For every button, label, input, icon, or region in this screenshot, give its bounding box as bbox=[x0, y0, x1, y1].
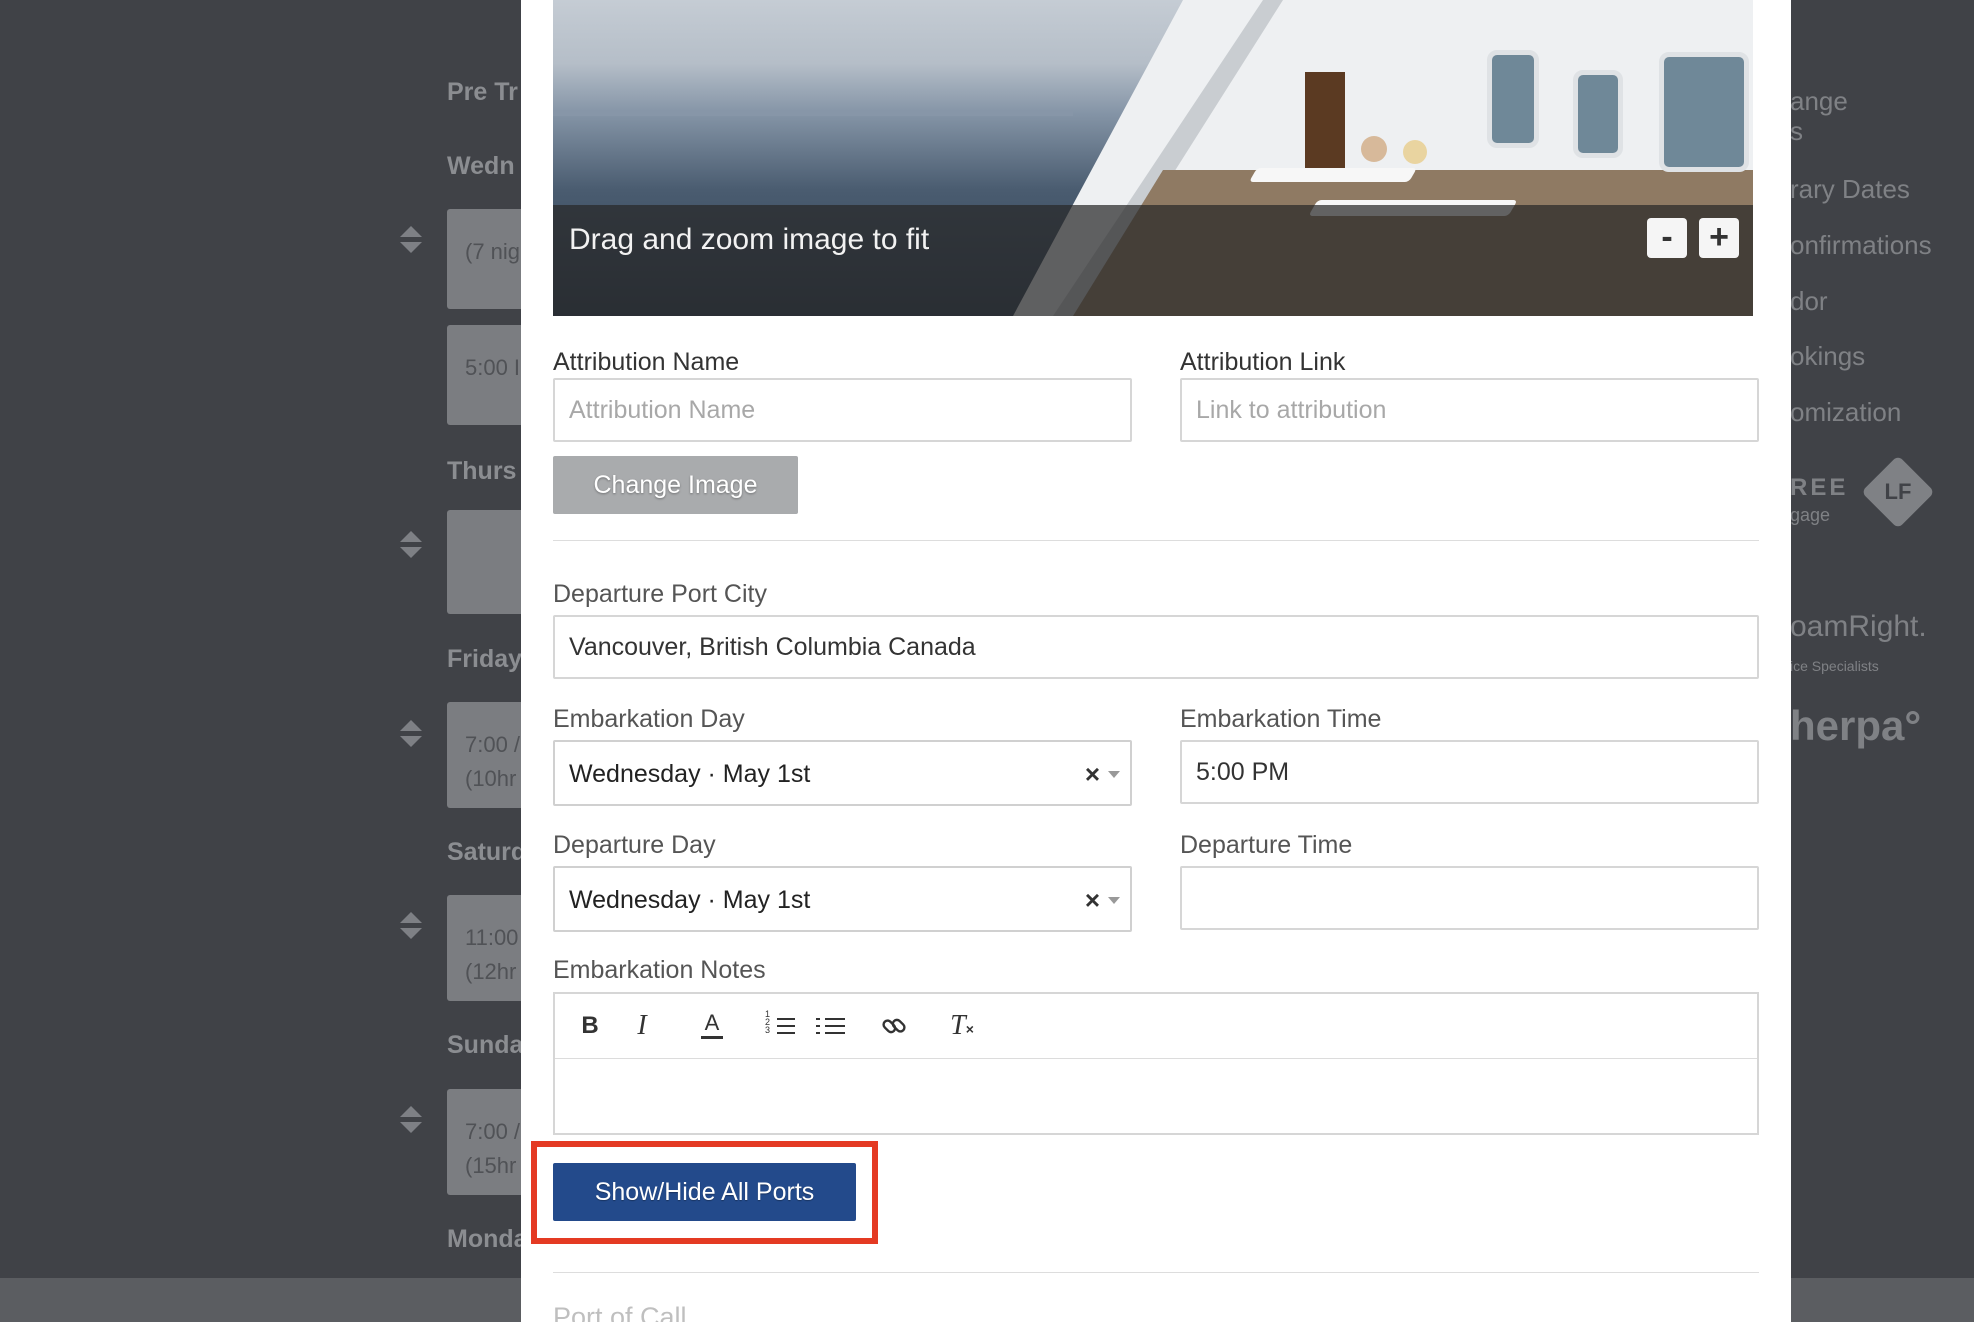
bg-day-label: Friday bbox=[447, 645, 523, 673]
bg-day-label: Thurs bbox=[447, 457, 517, 485]
text-color-icon[interactable]: A bbox=[701, 1010, 723, 1039]
bg-card: 11:00 (12hr bbox=[447, 895, 527, 1001]
bg-card: 7:00 / (10hr bbox=[447, 702, 527, 808]
departure-day-select[interactable]: Wednesday · May 1st × bbox=[553, 866, 1132, 932]
bg-menu-item: omization bbox=[1790, 397, 1902, 427]
port-of-call-label: Port of Call bbox=[553, 1302, 687, 1322]
editor-toolbar: B I A 123 T× bbox=[555, 994, 1757, 1059]
embarkation-day-value: Wednesday · May 1st bbox=[569, 760, 811, 788]
departure-day-value: Wednesday · May 1st bbox=[569, 886, 811, 914]
embarkation-notes-body[interactable] bbox=[555, 1059, 1757, 1133]
bg-day-label: Sunda bbox=[447, 1031, 524, 1059]
attribution-link-label: Attribution Link bbox=[1180, 348, 1346, 376]
departure-time-input[interactable] bbox=[1180, 866, 1759, 930]
sort-handle-icon bbox=[398, 226, 424, 253]
divider bbox=[553, 540, 1759, 541]
image-cropper[interactable]: Drag and zoom image to fit - + bbox=[553, 0, 1753, 316]
embarkation-time-input[interactable] bbox=[1180, 740, 1759, 804]
bg-menu-item: rary Dates bbox=[1790, 174, 1910, 204]
image-overlay: Drag and zoom image to fit - + bbox=[553, 205, 1753, 316]
bg-menu-item: okings bbox=[1790, 341, 1866, 371]
drag-zoom-hint: Drag and zoom image to fit bbox=[569, 223, 930, 256]
bg-card: (7 nig bbox=[447, 209, 527, 309]
embarkation-day-label: Embarkation Day bbox=[553, 705, 745, 733]
bg-card bbox=[447, 510, 527, 614]
bg-menu-item: ange s bbox=[1790, 86, 1848, 146]
sort-handle-icon bbox=[398, 531, 424, 558]
sort-handle-icon bbox=[398, 912, 424, 939]
bg-day-label: Monda bbox=[447, 1225, 528, 1253]
bg-day-label: Wedn bbox=[447, 152, 515, 180]
clear-format-letter: T bbox=[950, 1010, 966, 1041]
departure-port-input[interactable] bbox=[553, 615, 1759, 679]
embarkation-notes-editor: B I A 123 T× bbox=[553, 992, 1759, 1135]
bg-logo-text: herpa° bbox=[1790, 702, 1922, 749]
attribution-name-input[interactable] bbox=[553, 378, 1132, 442]
bg-logo-text: gage bbox=[1790, 505, 1831, 525]
bg-card: 7:00 / (15hr bbox=[447, 1089, 527, 1195]
zoom-in-button[interactable]: + bbox=[1699, 218, 1739, 258]
clear-icon[interactable]: × bbox=[1085, 885, 1100, 916]
bg-logo-text: REE bbox=[1790, 474, 1849, 501]
caret-down-icon bbox=[1108, 771, 1120, 778]
bg-menu-item: dor bbox=[1790, 286, 1828, 316]
sort-handle-icon bbox=[398, 1106, 424, 1133]
divider bbox=[553, 1272, 1759, 1273]
clear-icon[interactable]: × bbox=[1085, 759, 1100, 790]
caret-down-icon bbox=[1108, 897, 1120, 904]
edit-port-modal: Drag and zoom image to fit - + Attributi… bbox=[521, 0, 1791, 1322]
departure-day-label: Departure Day bbox=[553, 831, 716, 859]
departure-port-label: Departure Port City bbox=[553, 580, 767, 608]
bg-logo-text: ice Specialists bbox=[1790, 658, 1879, 674]
ordered-list-icon[interactable]: 123 bbox=[763, 1010, 797, 1042]
embarkation-day-select[interactable]: Wednesday · May 1st × bbox=[553, 740, 1132, 806]
bold-icon[interactable]: B bbox=[573, 1010, 607, 1042]
bg-logo-text: oamRight. bbox=[1790, 610, 1927, 643]
zoom-out-button[interactable]: - bbox=[1647, 218, 1687, 258]
sort-handle-icon bbox=[398, 720, 424, 747]
departure-time-label: Departure Time bbox=[1180, 831, 1353, 859]
bg-day-label: Pre Tr bbox=[447, 78, 518, 106]
embarkation-notes-label: Embarkation Notes bbox=[553, 956, 766, 984]
bg-day-label: Saturd bbox=[447, 838, 527, 866]
link-icon[interactable] bbox=[877, 1010, 911, 1042]
attribution-link-input[interactable] bbox=[1180, 378, 1759, 442]
bg-card: 5:00 I bbox=[447, 325, 527, 425]
change-image-button[interactable]: Change Image bbox=[553, 456, 798, 514]
embarkation-time-label: Embarkation Time bbox=[1180, 705, 1382, 733]
bg-menu-item: onfirmations bbox=[1790, 230, 1932, 260]
attribution-name-label: Attribution Name bbox=[553, 348, 740, 376]
highlight-annotation-box bbox=[531, 1141, 878, 1244]
italic-icon[interactable]: I bbox=[625, 1010, 659, 1042]
lf-logo-text: LF bbox=[1884, 479, 1912, 504]
clear-format-icon[interactable]: T× bbox=[945, 1010, 979, 1042]
bullet-list-icon[interactable] bbox=[813, 1010, 847, 1042]
